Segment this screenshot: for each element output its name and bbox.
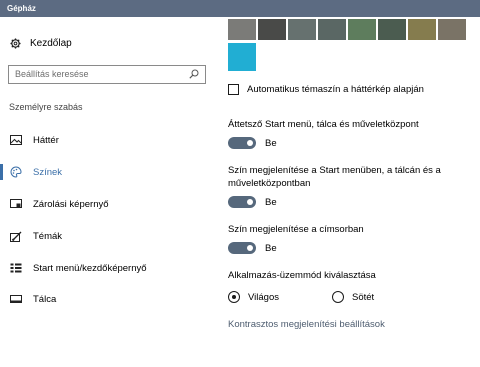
sidebar-item-label: Háttér	[33, 134, 59, 146]
show-color-title-label: Szín megjelenítése a címsorban	[228, 224, 364, 235]
palette-icon	[9, 166, 23, 178]
transparency-label: Áttetsző Start menü, tálca és műveletköz…	[228, 119, 419, 130]
sidebar: Kezdőlap Beállítás keresése Személyre sz…	[0, 17, 218, 367]
show-color-title-toggle[interactable]	[228, 242, 256, 254]
toggle-state: Be	[265, 242, 277, 254]
color-swatch[interactable]	[228, 19, 256, 40]
image-icon	[9, 134, 23, 146]
sidebar-item-label: Témák	[33, 230, 63, 242]
sidebar-item-taskbar[interactable]: Tálca	[0, 289, 218, 309]
sidebar-item-background[interactable]: Háttér	[0, 130, 218, 150]
start-grid-icon	[9, 262, 23, 274]
sidebar-item-label: Színek	[33, 166, 63, 178]
taskbar-icon	[9, 293, 23, 305]
search-icon[interactable]	[189, 69, 199, 79]
transparency-toggle[interactable]	[228, 137, 256, 149]
sidebar-item-themes[interactable]: Témák	[0, 226, 218, 246]
toggle-state: Be	[265, 196, 277, 208]
colors-panel: Automatikus témaszín a háttérkép alapján…	[218, 17, 480, 367]
gear-icon	[10, 38, 21, 49]
app-mode-light-option[interactable]: Világos	[228, 291, 279, 303]
show-color-start-label: Szín megjelenítése a Start menüben, a tá…	[228, 165, 441, 189]
color-swatch[interactable]	[408, 19, 436, 40]
radio-button-selected[interactable]	[228, 291, 240, 303]
auto-accent-checkbox[interactable]	[228, 84, 239, 95]
radio-label: Világos	[248, 291, 279, 303]
app-mode-label: Alkalmazás-üzemmód kiválasztása	[228, 270, 376, 281]
window-title: Gépház	[0, 0, 480, 17]
contrast-settings-link[interactable]: Kontrasztos megjelenítési beállítások	[228, 319, 385, 330]
sidebar-item-lock-screen[interactable]: Zárolási képernyő	[0, 194, 218, 214]
brush-icon	[9, 230, 23, 242]
color-swatch-selected[interactable]	[228, 43, 256, 71]
lock-screen-icon	[9, 198, 23, 210]
app-mode-dark-option[interactable]: Sötét	[332, 291, 374, 303]
home-label: Kezdőlap	[30, 38, 72, 49]
radio-button[interactable]	[332, 291, 344, 303]
sidebar-item-colors[interactable]: Színek	[0, 162, 218, 182]
auto-accent-row[interactable]: Automatikus témaszín a háttérkép alapján	[228, 84, 424, 95]
color-swatch[interactable]	[288, 19, 316, 40]
sidebar-item-start[interactable]: Start menü/kezdőképernyő	[0, 258, 218, 278]
auto-accent-label: Automatikus témaszín a háttérkép alapján	[247, 84, 424, 95]
section-label: Személyre szabás	[9, 102, 83, 112]
show-color-start-row[interactable]: Be	[228, 196, 277, 208]
color-swatch[interactable]	[378, 19, 406, 40]
search-input[interactable]: Beállítás keresése	[8, 65, 206, 84]
sidebar-item-label: Tálca	[33, 293, 57, 305]
color-swatch[interactable]	[348, 19, 376, 40]
color-swatch[interactable]	[258, 19, 286, 40]
transparency-row[interactable]: Be	[228, 137, 277, 149]
radio-label: Sötét	[352, 291, 375, 303]
sidebar-item-label: Start menü/kezdőképernyő	[33, 262, 147, 274]
toggle-state: Be	[265, 137, 277, 149]
color-swatch[interactable]	[318, 19, 346, 40]
color-swatch[interactable]	[438, 19, 466, 40]
show-color-start-toggle[interactable]	[228, 196, 256, 208]
search-placeholder: Beállítás keresése	[15, 69, 89, 79]
home-link[interactable]: Kezdőlap	[10, 38, 72, 49]
sidebar-item-label: Zárolási képernyő	[33, 198, 109, 210]
show-color-title-row[interactable]: Be	[228, 242, 277, 254]
